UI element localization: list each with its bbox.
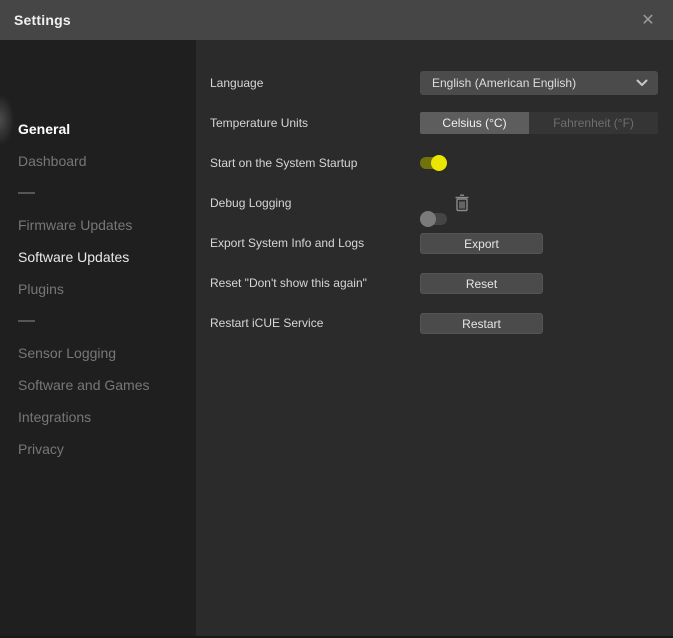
sidebar-divider [18,320,35,322]
toggle-knob [431,155,447,171]
sidebar-item-software-and-games[interactable]: Software and Games [0,369,196,401]
chevron-down-icon [636,79,648,87]
close-icon: ✕ [641,12,655,29]
delete-logs-button[interactable] [454,194,470,212]
sidebar-item-plugins[interactable]: Plugins [0,273,196,305]
sidebar-item-label: Plugins [18,281,64,297]
export-button[interactable]: Export [420,233,543,254]
sidebar-item-integrations[interactable]: Integrations [0,401,196,433]
sidebar-item-general[interactable]: General [0,113,196,145]
celsius-option[interactable]: Celsius (°C) [420,112,529,134]
export-label: Export System Info and Logs [210,236,365,250]
language-label: Language [210,76,264,90]
window-title: Settings [14,12,71,28]
sidebar-item-label: Sensor Logging [18,345,117,361]
language-selected-value: English (American English) [432,76,577,90]
restart-label: Restart iCUE Service [210,316,324,330]
settings-panel: Language English (American English) Temp… [196,40,673,636]
sidebar-item-label: General [18,121,71,137]
sidebar: General Dashboard Firmware Updates Softw… [0,40,196,636]
toggle-knob [420,211,436,227]
sidebar-item-label: Privacy [18,441,64,457]
sidebar-item-label: Firmware Updates [18,217,133,233]
sidebar-divider [18,192,35,194]
sidebar-item-dashboard[interactable]: Dashboard [0,145,196,177]
sidebar-item-label: Software Updates [18,249,130,265]
debug-logging-toggle[interactable] [420,211,447,227]
language-select[interactable]: English (American English) [420,71,658,95]
sidebar-item-privacy[interactable]: Privacy [0,433,196,465]
sidebar-item-sensor-logging[interactable]: Sensor Logging [0,337,196,369]
sidebar-item-software-updates[interactable]: Software Updates [0,241,196,273]
trash-icon [455,194,469,212]
debug-logging-label: Debug Logging [210,196,292,210]
sidebar-item-label: Dashboard [18,153,87,169]
temperature-units-label: Temperature Units [210,116,309,130]
temperature-units-segmented: Celsius (°C) Fahrenheit (°F) [420,112,658,134]
settings-window: Settings ✕ General Dashboard Firmware Up… [0,0,673,638]
fahrenheit-option[interactable]: Fahrenheit (°F) [529,112,658,134]
reset-button[interactable]: Reset [420,273,543,294]
restart-button[interactable]: Restart [420,313,543,334]
startup-toggle[interactable] [420,155,447,171]
sidebar-item-label: Software and Games [18,377,150,393]
sidebar-item-firmware-updates[interactable]: Firmware Updates [0,209,196,241]
titlebar: Settings ✕ [0,0,673,40]
reset-label: Reset "Don't show this again" [210,276,367,290]
close-button[interactable]: ✕ [633,0,663,40]
startup-label: Start on the System Startup [210,156,358,170]
sidebar-item-label: Integrations [18,409,92,425]
